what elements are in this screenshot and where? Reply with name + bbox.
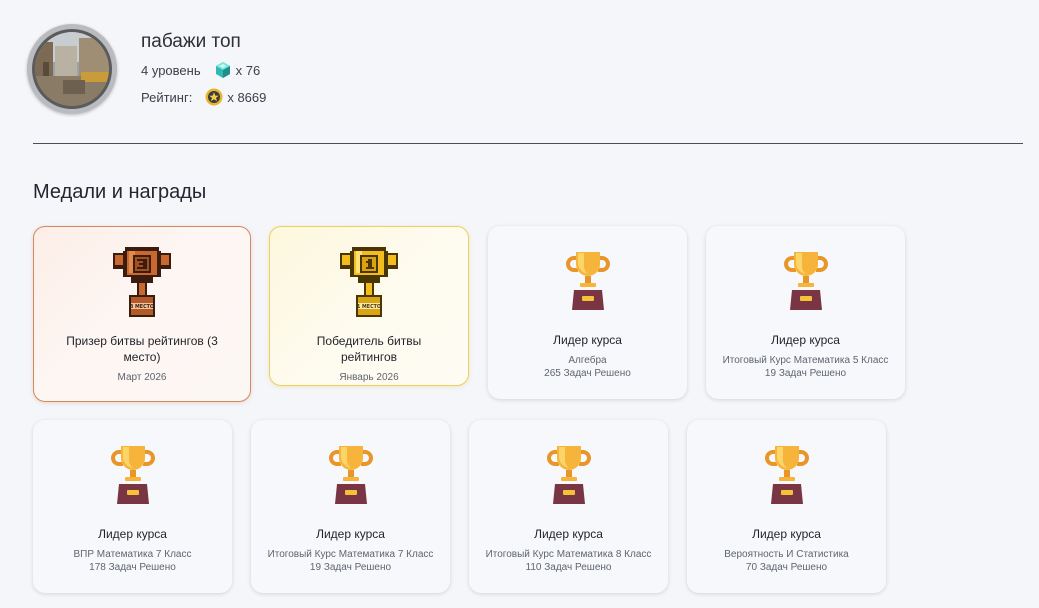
medal-title: Лидер курса [316,527,385,541]
tasks-solved: 110 Задач Решено [525,562,612,573]
medal-title: Лидер курса [752,527,821,541]
trophy-icon [545,438,593,512]
section-title-medals: Медали и награды [33,181,207,203]
username: пабажи топ [141,31,241,52]
medal-title: Лидер курса [771,333,840,347]
avatar-image [35,32,109,106]
medal-card[interactable]: Лидер курса Итоговый Курс Математика 7 К… [251,420,450,593]
tasks-solved: 19 Задач Решено [309,562,392,573]
star-coin-icon [205,88,223,106]
medal-card[interactable]: 1 МЕСТО Победитель битвы рейтингов Январ… [269,226,469,386]
trophy-icon [763,438,811,512]
svg-text:1 МЕСТО: 1 МЕСТО [357,304,381,310]
medal-card[interactable]: Лидер курса ВПР Математика 7 Класс 178 З… [33,420,232,593]
bronze-pixel-trophy-icon: 3 МЕСТО [113,245,171,319]
profile-page: пабажи топ 4 уровень x 76 Рейтинг: x 866… [0,0,1039,608]
gems-count: x 76 [235,62,261,78]
course-name: Итоговый Курс Математика 8 Класс [485,549,652,560]
medal-title: Лидер курса [98,527,167,541]
medal-card[interactable]: 3 МЕСТО Призер битвы рейтингов (3 место)… [33,226,251,402]
medal-card[interactable]: Лидер курса Алгебра 265 Задач Решено [488,226,687,399]
medal-date: Январь 2026 [339,372,399,383]
medal-title: Победитель битвы рейтингов [316,334,422,364]
tasks-solved: 19 Задач Решено [764,368,847,379]
trophy-icon [327,438,375,512]
medal-card[interactable]: Лидер курса Итоговый Курс Математика 8 К… [469,420,668,593]
tasks-solved: 70 Задач Решено [745,562,828,573]
gold-pixel-trophy-icon: 1 МЕСТО [340,245,398,319]
course-name: ВПР Математика 7 Класс [73,549,192,560]
rating-value: x 8669 [227,89,267,105]
trophy-icon [564,244,612,318]
medal-date: Март 2026 [117,372,167,383]
tasks-solved: 265 Задач Решено [544,368,631,379]
avatar[interactable] [27,24,117,114]
medal-title: Призер битвы рейтингов (3 место) [66,334,218,364]
tasks-solved: 178 Задач Решено [89,562,176,573]
gem-icon [214,61,232,79]
level-row: 4 уровень x 76 [141,61,260,79]
rating-row: Рейтинг: x 8669 [141,88,266,106]
course-name: Итоговый Курс Математика 7 Класс [267,549,434,560]
medal-card[interactable]: Лидер курса Итоговый Курс Математика 5 К… [706,226,905,399]
level-text: 4 уровень [141,62,201,78]
medal-title: Лидер курса [553,333,622,347]
medal-title: Лидер курса [534,527,603,541]
course-name: Итоговый Курс Математика 5 Класс [722,355,889,366]
rating-label: Рейтинг: [141,89,193,105]
course-name: Алгебра [568,355,607,366]
medal-card[interactable]: Лидер курса Вероятность И Статистика 70 … [687,420,886,593]
trophy-icon [782,244,830,318]
divider [33,143,1023,144]
svg-text:3 МЕСТО: 3 МЕСТО [130,304,154,310]
trophy-icon [109,438,157,512]
course-name: Вероятность И Статистика [724,549,849,560]
